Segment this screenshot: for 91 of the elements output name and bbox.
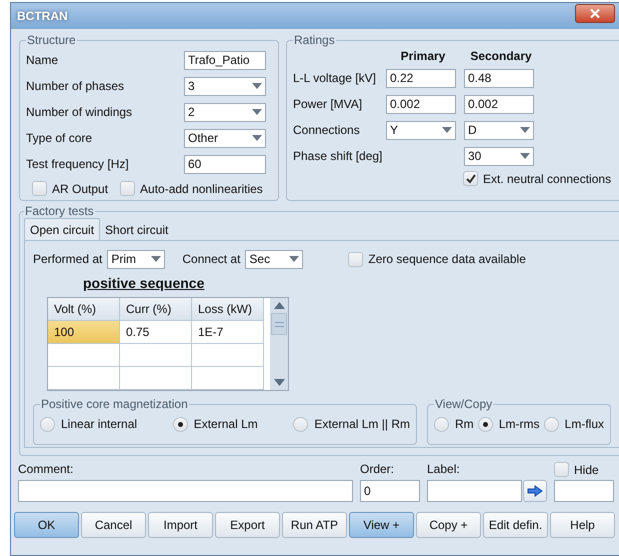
dialog-button[interactable]: Copy + bbox=[416, 512, 481, 538]
checkbox[interactable]: Auto-add nonlinearities bbox=[120, 181, 263, 196]
dialog-button[interactable]: View + bbox=[349, 512, 414, 538]
dropdown-arrow-icon bbox=[252, 135, 262, 141]
dialog-button[interactable]: Import bbox=[148, 512, 213, 538]
field-label: Power [MVA] bbox=[293, 97, 364, 111]
label-field[interactable] bbox=[427, 480, 522, 502]
column-heading: Primary bbox=[400, 49, 446, 65]
text-field[interactable]: Trafo_Patio bbox=[184, 50, 266, 70]
dropdown[interactable]: Sec bbox=[245, 250, 304, 268]
checkbox[interactable]: Hide bbox=[554, 462, 614, 477]
field-label: Connect at bbox=[182, 252, 240, 266]
table-cell[interactable]: 1E-7 bbox=[192, 321, 264, 344]
tab[interactable]: Short circuit bbox=[100, 220, 174, 240]
scroll-down-icon bbox=[274, 379, 284, 386]
group-title: Ratings bbox=[293, 33, 336, 47]
group-title: Factory tests bbox=[24, 204, 95, 218]
table-cell[interactable]: 0.75 bbox=[120, 321, 192, 344]
scroll-up-icon bbox=[274, 302, 284, 309]
column-header: Loss (kW) bbox=[192, 298, 264, 321]
table-cell[interactable] bbox=[120, 344, 192, 367]
dropdown-arrow-icon bbox=[520, 127, 530, 133]
dialog-button[interactable]: Help bbox=[550, 512, 615, 538]
dialog-button[interactable]: Edit defin. bbox=[483, 512, 548, 538]
window-title: BCTRAN bbox=[17, 9, 68, 23]
column-heading: Secondary bbox=[469, 49, 533, 65]
field-label: Connections bbox=[293, 123, 361, 137]
scroll-thumb[interactable] bbox=[271, 313, 287, 335]
column-header: Curr (%) bbox=[120, 298, 192, 321]
dropdown-arrow-icon bbox=[252, 83, 262, 89]
checkbox[interactable]: AR Output bbox=[32, 181, 108, 196]
field-label: Type of core bbox=[26, 131, 92, 145]
tab[interactable]: Open circuit bbox=[24, 218, 100, 240]
section-heading: positive sequence bbox=[83, 275, 206, 291]
close-button[interactable] bbox=[575, 4, 615, 22]
dropdown-arrow-icon bbox=[252, 109, 262, 115]
radio-button[interactable]: Lm-flux bbox=[544, 416, 604, 432]
table-cell[interactable] bbox=[192, 367, 264, 390]
dropdown[interactable]: 30 bbox=[464, 146, 534, 166]
field-label: Performed at bbox=[33, 252, 102, 266]
table-cell[interactable] bbox=[120, 367, 192, 390]
text-field[interactable] bbox=[554, 480, 614, 502]
radio-button[interactable]: Lm-rms bbox=[478, 416, 540, 432]
field-label: Name bbox=[26, 53, 58, 67]
dropdown[interactable]: Other bbox=[184, 128, 266, 148]
table-cell[interactable] bbox=[48, 367, 120, 390]
column-header: Volt (%) bbox=[48, 298, 120, 321]
arrow-right-icon bbox=[527, 485, 543, 497]
text-field[interactable]: 0.002 bbox=[386, 94, 456, 114]
table-cell[interactable] bbox=[192, 344, 264, 367]
group-title: Positive core magnetization bbox=[40, 397, 189, 411]
checkmark-icon bbox=[466, 174, 476, 184]
field-label: L-L voltage [kV] bbox=[293, 71, 377, 85]
dialog-button[interactable]: Cancel bbox=[81, 512, 146, 538]
dropdown[interactable]: 2 bbox=[184, 102, 266, 122]
text-field[interactable]: 60 bbox=[184, 154, 266, 174]
dropdown-arrow-icon bbox=[289, 256, 300, 262]
dropdown-arrow-icon bbox=[520, 153, 530, 159]
text-field[interactable]: 0.48 bbox=[464, 68, 534, 88]
radio-button[interactable]: External Lm bbox=[172, 416, 258, 432]
radio-button[interactable]: External Lm || Rm bbox=[293, 416, 410, 432]
text-field[interactable]: 0.22 bbox=[386, 68, 456, 88]
field-label: Comment: bbox=[18, 462, 74, 477]
field-label: Order: bbox=[360, 462, 396, 477]
text-field[interactable]: 0.002 bbox=[464, 94, 534, 114]
dropdown[interactable]: Prim bbox=[107, 250, 166, 268]
field-label: Test frequency [Hz] bbox=[26, 157, 129, 171]
checkbox[interactable]: Ext. neutral connections bbox=[463, 171, 619, 186]
apply-button[interactable] bbox=[523, 480, 547, 502]
group-title: Structure bbox=[26, 33, 77, 47]
checkbox[interactable]: Zero sequence data available bbox=[348, 252, 526, 266]
field-label: Number of phases bbox=[26, 79, 124, 93]
radio-button[interactable]: Linear internal bbox=[40, 416, 138, 432]
scrollbar[interactable] bbox=[270, 298, 288, 390]
field-label: Number of windings bbox=[26, 105, 132, 119]
order-field[interactable]: 0 bbox=[360, 480, 420, 502]
radio-button[interactable]: Rm bbox=[434, 416, 474, 432]
dialog-button[interactable]: Run ATP bbox=[282, 512, 347, 538]
dropdown-arrow-icon bbox=[151, 256, 162, 262]
dropdown[interactable]: Y bbox=[386, 120, 456, 140]
dropdown-arrow-icon bbox=[442, 127, 452, 133]
comment-field[interactable] bbox=[18, 480, 353, 502]
group-title: View/Copy bbox=[434, 397, 494, 411]
table-cell[interactable]: 100 bbox=[48, 321, 120, 344]
dropdown[interactable]: 3 bbox=[184, 76, 266, 96]
dialog-button[interactable]: OK bbox=[14, 512, 79, 538]
field-label: Label: bbox=[427, 462, 461, 477]
dropdown[interactable]: D bbox=[464, 120, 534, 140]
table-cell[interactable] bbox=[48, 344, 120, 367]
dialog-button[interactable]: Export bbox=[215, 512, 280, 538]
close-icon bbox=[589, 8, 601, 18]
